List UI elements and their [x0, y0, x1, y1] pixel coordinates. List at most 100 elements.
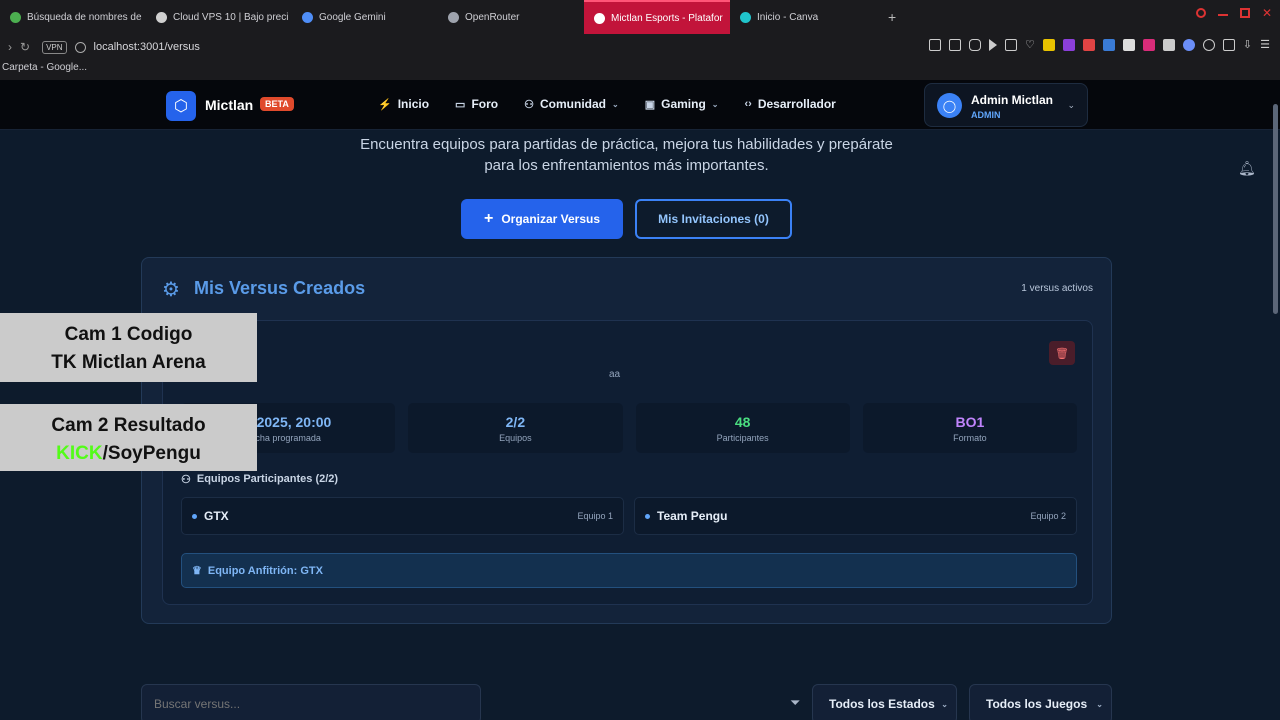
bell-icon[interactable]: 🔔︎ [1238, 160, 1256, 178]
teams-header: ⚇ Equipos Participantes (2/2) [181, 473, 339, 486]
extension-icon[interactable] [1042, 39, 1055, 51]
maximize-icon[interactable] [1239, 8, 1250, 18]
wallet-icon[interactable] [1005, 39, 1018, 51]
versus-card: 🗑︎ aa 3/2025, 20:00 cha programada 2/2 Equ… [162, 320, 1093, 605]
browser-tab-bar: Búsqueda de nombres de Cloud VPS 10 | Ba… [0, 0, 1280, 34]
chat-icon: ▭ [455, 98, 466, 111]
brand-name[interactable]: Mictlan [205, 97, 253, 113]
extension-icon[interactable] [1062, 39, 1075, 51]
menu-icon[interactable]: ☰ [1260, 39, 1270, 51]
cam1-overlay: Cam 1 Codigo TK Mictlan Arena [0, 313, 257, 382]
extensions-bar: ♡ ⇩ ☰ [929, 39, 1270, 51]
nav-item-foro[interactable]: ▭ Foro [455, 97, 498, 111]
window-controls: ✕ [1195, 7, 1272, 19]
nav-item-comunidad[interactable]: ⚇ Comunidad ⌄ [524, 97, 619, 111]
shield-icon[interactable] [969, 39, 982, 51]
main-nav: ⚡ Inicio ▭ Foro ⚇ Comunidad ⌄ ▣ Gaming ⌄ ‹› Des… [378, 97, 836, 111]
avatar: ◯ [937, 93, 962, 118]
puzzle-icon[interactable] [1222, 39, 1235, 51]
chevron-down-icon: ⌄ [711, 99, 719, 109]
user-role: ADMIN [971, 110, 1001, 120]
download-icon[interactable]: ⇩ [1243, 39, 1252, 51]
chevron-down-icon: ⌄ [1067, 100, 1075, 110]
nav-item-gaming[interactable]: ▣ Gaming ⌄ [645, 97, 719, 111]
address-bar: › ↻ VPN localhost:3001/versus ♡ ⇩ ☰ [0, 34, 1280, 60]
tab-favicon-icon [156, 11, 167, 23]
nav-item-inicio[interactable]: ⚡ Inicio [378, 97, 429, 111]
tab-favicon-icon [448, 11, 459, 23]
reload-icon[interactable]: ↻ [20, 40, 30, 54]
browser-tab-active[interactable]: Mictlan Esports - Platafor [584, 0, 730, 34]
stat-format: BO1 Formato [862, 403, 1077, 453]
stat-teams: 2/2 Equipos [408, 403, 623, 453]
browser-tab[interactable]: OpenRouter [438, 0, 584, 34]
gamepad-icon: ▣ [644, 98, 656, 111]
close-icon[interactable]: ✕ [1262, 7, 1272, 19]
extension-icon[interactable] [1122, 39, 1135, 51]
app-header: ⬡ Mictlan BETA ⚡ Inicio ▭ Foro ⚇ Comunidad ⌄… [0, 80, 1280, 130]
team-item[interactable]: Team Pengu Equipo 2 [634, 497, 1077, 535]
tab-favicon-icon [740, 11, 751, 23]
url-field[interactable]: localhost:3001/versus [94, 41, 200, 53]
new-tab-button[interactable]: + [876, 9, 908, 25]
browser-tab[interactable]: Google Gemini [292, 0, 438, 34]
cam2-overlay: Cam 2 Resultado KICK/SoyPengu [0, 404, 257, 471]
chevron-down-icon: ⌄ [612, 99, 619, 109]
bookmark-folder[interactable]: Carpeta - Google... [2, 62, 87, 73]
pen-icon[interactable] [1162, 39, 1175, 51]
search-tabs-icon[interactable] [1195, 8, 1206, 18]
globe-icon [74, 41, 86, 53]
games-select[interactable]: Todos los Juegos ⌄ [969, 684, 1112, 720]
screenshot-icon[interactable] [949, 39, 962, 51]
hexagon-logo-icon[interactable]: ⬡ [166, 91, 196, 121]
extension-icon[interactable] [1142, 39, 1155, 51]
team-dot [645, 513, 650, 519]
search-input[interactable] [141, 684, 481, 720]
browser-tab[interactable]: Cloud VPS 10 | Bajo preci [146, 0, 292, 34]
host-team-banner: ♛ Equipo Anfitrión: GTX [181, 553, 1077, 588]
nav-item-desarrollador[interactable]: ‹› Desarrollador [744, 97, 835, 111]
extension-icon[interactable] [1182, 39, 1195, 51]
play-icon[interactable] [989, 39, 998, 51]
users-icon: ⚇ [524, 98, 534, 111]
plus-icon: + [483, 210, 494, 227]
active-count: 1 versus activos [1021, 283, 1093, 294]
user-icon[interactable] [1202, 39, 1215, 51]
gear-icon: ⚙ [162, 279, 180, 301]
user-menu[interactable]: ◯ Admin Mictlan ADMIN ⌄ [924, 83, 1088, 127]
extension-icon[interactable] [1082, 39, 1095, 51]
chevron-down-icon: ⌄ [941, 699, 948, 709]
lightning-icon: ⚡ [378, 98, 392, 111]
forward-icon[interactable]: › [8, 40, 12, 54]
trash-icon[interactable]: 🗑︎ [1049, 341, 1075, 365]
extension-icon[interactable] [1102, 39, 1115, 51]
organize-versus-button[interactable]: + Organizar Versus [461, 199, 623, 239]
crown-icon: ♛ [192, 565, 202, 577]
tab-favicon-icon [302, 11, 313, 23]
browser-tab[interactable]: Búsqueda de nombres de [0, 0, 146, 34]
status-select[interactable]: Todos los Estados ⌄ [812, 684, 957, 720]
bookmark-icon[interactable] [929, 39, 942, 51]
team-item[interactable]: GTX Equipo 1 [181, 497, 624, 535]
browser-tab[interactable]: Inicio - Canva [730, 0, 876, 34]
tab-favicon-icon [594, 12, 605, 24]
minimize-icon[interactable] [1217, 8, 1228, 16]
vpn-badge[interactable]: VPN [42, 40, 67, 54]
heart-icon[interactable]: ♡ [1025, 39, 1035, 51]
user-name: Admin Mictlan [971, 93, 1054, 107]
tab-favicon-icon [10, 11, 21, 23]
page-scrollbar[interactable] [1273, 104, 1278, 314]
hero-description: Encuentra equipos para partidas de práct… [360, 136, 893, 174]
stat-participants: 48 Participantes [635, 403, 850, 453]
users-icon: ⚇ [181, 474, 191, 486]
chevron-down-icon: ⌄ [1096, 699, 1103, 709]
teams-list: GTX Equipo 1 Team Pengu Equipo 2 [181, 497, 1077, 535]
beta-badge: BETA [260, 97, 294, 111]
versus-description: aa [609, 369, 621, 380]
my-invitations-button[interactable]: Mis Invitaciones (0) [635, 199, 792, 239]
versus-stats: 3/2025, 20:00 cha programada 2/2 Equipos 4… [181, 403, 1077, 453]
panel-title: Mis Versus Creados [194, 278, 366, 298]
code-icon: ‹› [744, 98, 752, 110]
team-dot [192, 513, 197, 519]
filter-icon: ⏷ [790, 695, 801, 710]
